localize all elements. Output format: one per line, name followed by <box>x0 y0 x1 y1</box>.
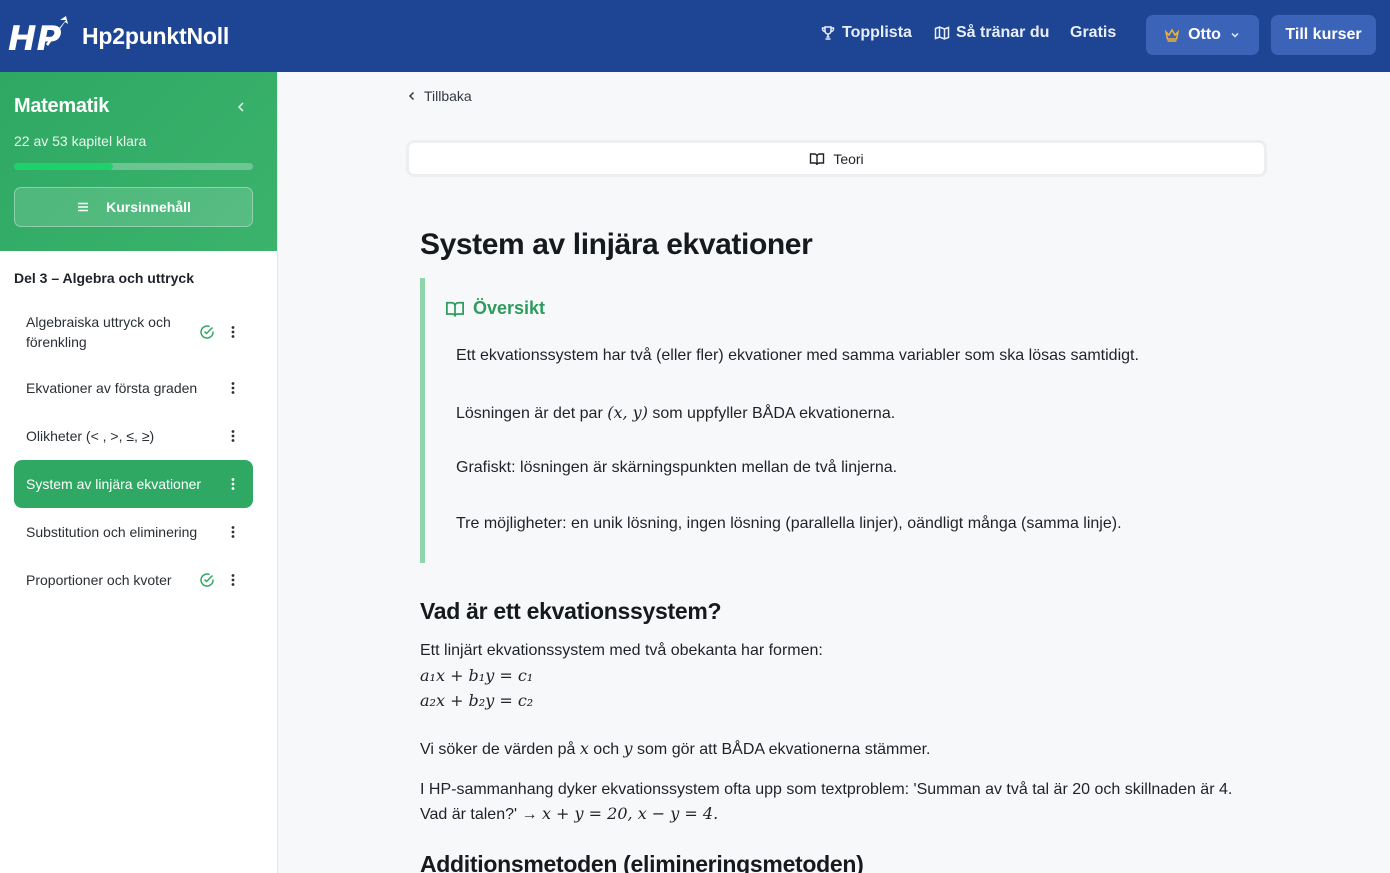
seek-pre: Vi söker de värden på <box>420 741 580 758</box>
section-heading-addition-method: Additionsmetoden (elimineringsmetoden) <box>420 851 864 873</box>
nav-gratis-label: Gratis <box>1070 24 1117 41</box>
equation-1: a₁x + b₁y = c₁ <box>420 666 534 685</box>
sidebar-item-label: Ekvationer av första graden <box>26 380 198 396</box>
overview-point-2-post: som uppfyller BÅDA ekvationerna. <box>647 405 896 422</box>
sidebar: Matematik 22 av 53 kapitel klara Kursinn… <box>0 72 278 873</box>
svg-text:HP: HP <box>8 19 61 58</box>
nav-sa-tranar-du[interactable]: Så tränar du <box>934 24 1049 42</box>
progress-bar-fill <box>14 163 114 170</box>
sidebar-header: Matematik 22 av 53 kapitel klara Kursinn… <box>0 72 277 251</box>
paragraph-hp-line-2: Vad är talen?' → x + y = 20, x − y = 4. <box>420 802 718 827</box>
seek-post: som gör att BÅDA ekvationerna stämmer. <box>632 741 931 758</box>
equation-2: a₂x + b₂y = c₂ <box>420 691 534 710</box>
more-vertical-icon[interactable] <box>225 572 241 588</box>
chevron-down-icon <box>1231 32 1239 38</box>
sidebar-item-olikheter[interactable]: Olikheter (< , >, ≤, ≥) <box>14 412 253 460</box>
user-menu-button[interactable]: Otto <box>1146 15 1259 55</box>
more-vertical-icon[interactable] <box>225 476 241 492</box>
check-circle-icon <box>200 325 214 339</box>
math-pair: (x, y) <box>607 403 648 422</box>
section-title: Del 3 – Algebra och uttryck <box>14 270 194 286</box>
book-open-icon <box>810 152 825 165</box>
paragraph-hp-line-1: I HP-sammanhang dyker ekvationssystem of… <box>420 781 1233 798</box>
overview-point-3: Grafiskt: lösningen är skärningspunkten … <box>456 459 898 476</box>
paragraph-seek: Vi söker de värden på x och y som gör at… <box>420 737 930 762</box>
crown-icon <box>1164 28 1180 42</box>
top-navigation: HP Hp2punktNoll Topplista Så tränar du G… <box>0 0 1390 72</box>
overview-point-2: Lösningen är det par (x, y) som uppfylle… <box>456 403 895 423</box>
sidebar-item-label: Substitution och eliminering <box>26 524 198 540</box>
overview-box: Översikt Ett ekvationssystem har två (el… <box>420 278 1270 563</box>
section-heading-what-is-system: Vad är ett ekvationssystem? <box>420 598 722 624</box>
sidebar-item-ekvationer-forsta-graden[interactable]: Ekvationer av första graden <box>14 364 253 412</box>
course-content-label: Kursinnehåll <box>106 199 191 215</box>
seek-mid: och <box>588 741 624 758</box>
overview-point-1: Ett ekvationssystem har två (eller fler)… <box>456 347 1139 364</box>
chevron-left-icon <box>408 91 415 101</box>
overview-point-4: Tre möjligheter: en unik lösning, ingen … <box>456 515 1122 532</box>
overview-heading: Översikt <box>445 298 545 319</box>
sidebar-item-substitution-eliminering[interactable]: Substitution och eliminering <box>14 508 253 556</box>
courses-button[interactable]: Till kurser <box>1271 15 1376 55</box>
tab-teori-label: Teori <box>833 150 864 167</box>
brand-logo[interactable]: HP Hp2punktNoll <box>8 14 229 58</box>
nav-sa-tranar-du-label: Så tränar du <box>956 24 1050 41</box>
back-link[interactable]: Tillbaka <box>406 88 472 104</box>
menu-icon <box>78 202 89 212</box>
sidebar-item-system-linjara-ekvationer[interactable]: System av linjära ekvationer <box>14 460 253 508</box>
more-vertical-icon[interactable] <box>225 428 241 444</box>
sidebar-item-label: Proportioner och kvoter <box>26 572 172 588</box>
trophy-icon <box>821 26 835 40</box>
sidebar-item-proportioner-kvoter[interactable]: Proportioner och kvoter <box>14 556 253 604</box>
progress-text: 22 av 53 kapitel klara <box>14 133 147 149</box>
section-intro: Ett linjärt ekvationssystem med två obek… <box>420 642 823 659</box>
back-label: Tillbaka <box>424 88 472 104</box>
book-open-icon <box>446 301 464 317</box>
progress-bar <box>14 163 253 170</box>
math-x: x <box>579 739 589 758</box>
map-icon <box>934 26 950 40</box>
sidebar-item-label: Algebraiska uttryck och förenkling <box>26 314 171 350</box>
sidebar-item-algebraiska-uttryck[interactable]: Algebraiska uttryck och förenkling <box>14 308 253 356</box>
course-content-button[interactable]: Kursinnehåll <box>14 187 253 227</box>
nav-topplista-label: Topplista <box>842 24 912 41</box>
more-vertical-icon[interactable] <box>225 524 241 540</box>
user-name: Otto <box>1188 26 1221 43</box>
chevron-left-icon[interactable] <box>233 99 249 115</box>
logo-icon: HP <box>8 16 68 58</box>
page-title: System av linjära ekvationer <box>420 228 813 261</box>
more-vertical-icon[interactable] <box>225 380 241 396</box>
nav-gratis[interactable]: Gratis <box>1070 24 1116 42</box>
nav-topplista[interactable]: Topplista <box>820 24 912 42</box>
check-circle-icon <box>200 573 214 587</box>
brand-name: Hp2punktNoll <box>82 22 230 49</box>
sidebar-item-label: Olikheter (< , >, ≤, ≥) <box>26 428 155 444</box>
overview-heading-label: Översikt <box>473 298 546 318</box>
sidebar-item-label: System av linjära ekvationer <box>26 476 202 492</box>
hp-line-2-pre: Vad är talen?' → <box>420 806 542 823</box>
tab-teori[interactable]: Teori <box>406 140 1267 177</box>
math-y: y <box>623 739 633 758</box>
course-title: Matematik <box>14 95 110 117</box>
overview-point-2-pre: Lösningen är det par <box>456 405 608 422</box>
math-example: x + y = 20, x − y = 4. <box>541 804 719 823</box>
more-vertical-icon[interactable] <box>225 324 241 340</box>
